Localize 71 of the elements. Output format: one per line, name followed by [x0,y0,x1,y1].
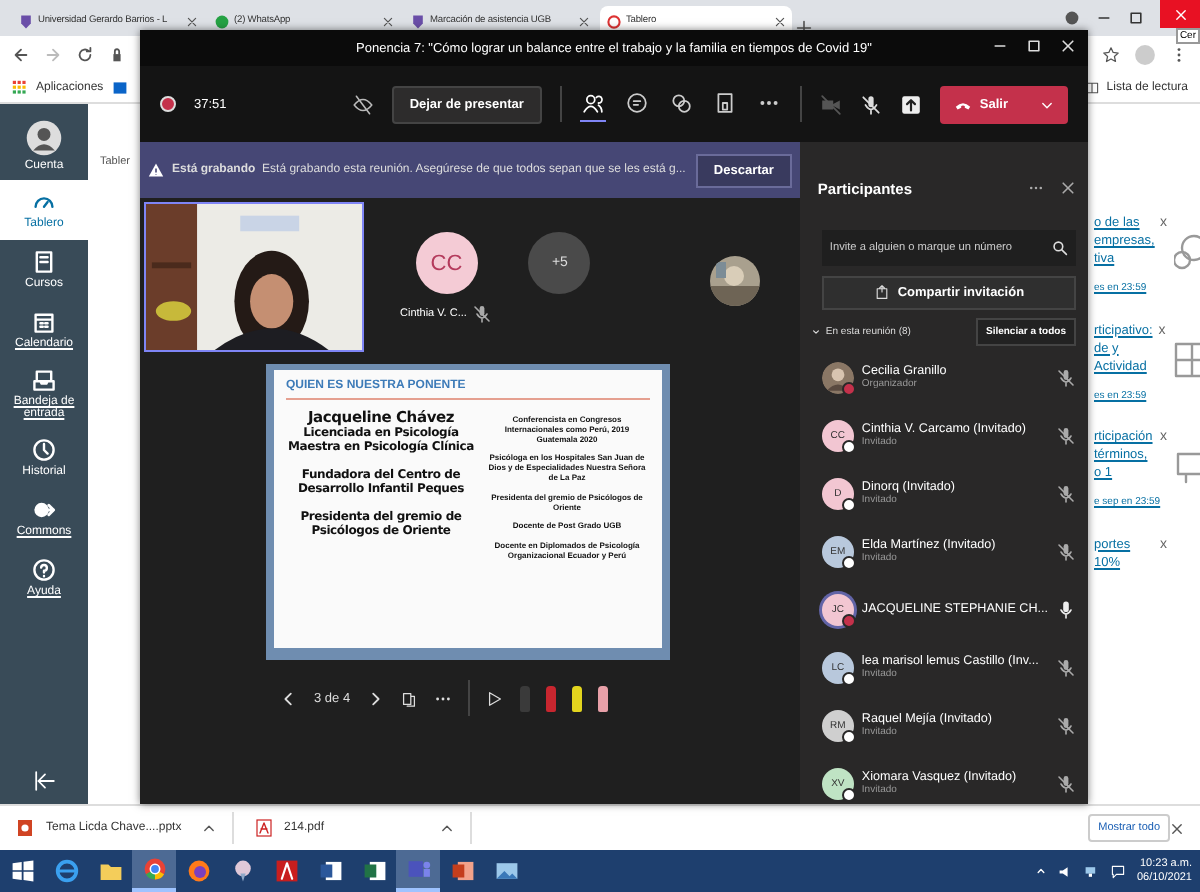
close-icon[interactable] [774,15,786,27]
pointer-icon[interactable] [486,689,505,707]
caret-icon [202,821,216,835]
ring-icon [606,13,622,29]
photos-icon[interactable] [493,858,519,884]
mic-off-icon[interactable] [1056,773,1076,794]
caret-icon[interactable] [1034,864,1049,878]
pen-tool[interactable] [572,685,583,711]
clock-icon [32,438,56,462]
share-icon[interactable] [899,93,922,115]
eye-off-icon[interactable] [351,93,374,115]
share-icon [873,284,890,301]
arrow-circle-icon [32,498,56,522]
powerpoint-icon[interactable] [449,858,475,884]
mic-off-icon[interactable] [1056,483,1076,504]
chat-icon[interactable] [625,92,648,114]
rooms-icon[interactable] [713,92,736,114]
maximize-icon[interactable] [1128,10,1144,26]
search-icon [1052,240,1068,257]
camera-off-icon[interactable] [819,93,842,115]
notification-icon[interactable] [1110,863,1127,879]
chrome-icon[interactable] [141,856,167,882]
hand-icon[interactable] [669,92,692,114]
help-icon [32,558,56,582]
microphone-icon[interactable] [1056,599,1076,620]
collapse-icon[interactable] [33,770,55,792]
mic-off-icon[interactable] [1056,425,1076,446]
browser-e-icon[interactable] [53,858,79,884]
star-icon[interactable] [1102,45,1120,63]
reload-icon[interactable] [76,45,94,63]
caret-icon [440,821,454,835]
previous-icon[interactable] [280,689,298,707]
calendar-icon [32,310,56,334]
acrobat-icon[interactable] [273,858,299,884]
new-tab-icon[interactable] [796,20,812,36]
profile-icon[interactable] [1064,10,1080,26]
mail-icon[interactable] [111,79,128,95]
grid-icon [1171,339,1200,379]
shield-icon [18,13,34,29]
caret-icon[interactable] [809,325,822,338]
inbox-icon [32,368,56,392]
close-icon[interactable] [1170,821,1184,835]
apps-grid-icon[interactable] [12,79,28,95]
excel-icon[interactable] [361,858,387,884]
word-icon[interactable] [317,858,343,884]
mic-off-icon[interactable] [1056,657,1076,678]
warning-icon [148,162,164,178]
network-icon[interactable] [1084,863,1101,879]
mic-off-icon[interactable] [1056,367,1076,388]
caret-icon [1040,97,1054,111]
next-icon[interactable] [366,689,385,707]
close-icon [1173,7,1187,21]
presentation-file-icon [16,818,36,838]
mic-off-icon[interactable] [1056,715,1076,736]
pen-tool[interactable] [598,685,609,711]
pages-icon[interactable] [400,689,419,707]
firefox-icon[interactable] [185,858,211,884]
windows-logo-icon[interactable] [9,858,35,884]
close-icon[interactable] [1060,180,1076,197]
avatar-icon [26,120,62,156]
recording-icon [160,96,176,112]
back-icon[interactable] [12,45,30,63]
mic-off-icon[interactable] [1056,541,1076,562]
lock-icon[interactable] [108,45,126,63]
book-icon [32,250,56,274]
people-icon[interactable] [581,92,604,114]
paint-icon[interactable] [229,858,255,884]
mic-off-icon[interactable] [472,304,493,324]
chat-icon [214,13,230,29]
pdf-file-icon [254,818,274,838]
avatar: CC [415,232,478,294]
